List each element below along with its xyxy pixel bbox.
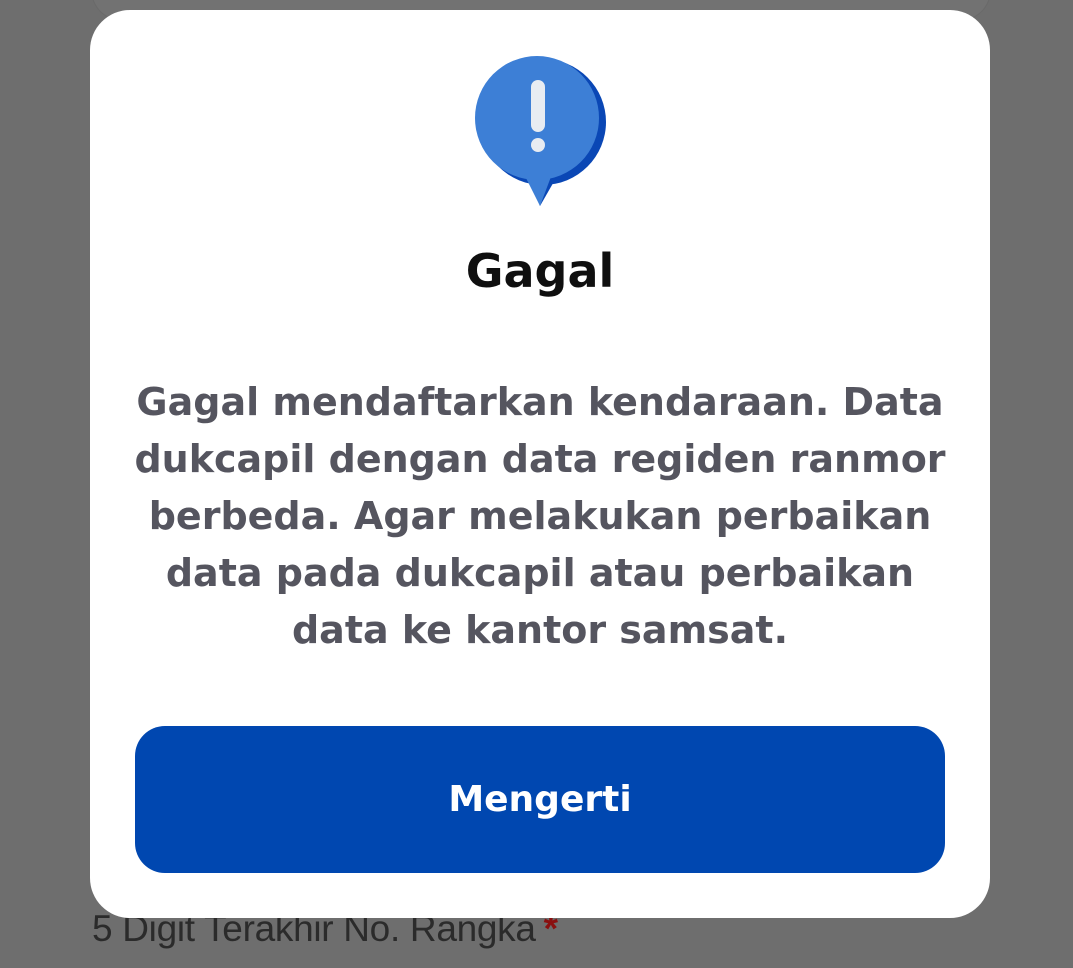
dialog-message: Gagal mendaftarkan kendaraan. Data dukca… xyxy=(134,380,946,652)
screen: 5 Digit Terakhir No. Rangka * Gagal Gagal… xyxy=(0,0,1073,968)
alert-exclamation-icon xyxy=(475,56,606,206)
dialog-title: Gagal xyxy=(465,244,615,298)
confirm-button[interactable]: Mengerti xyxy=(135,726,945,873)
